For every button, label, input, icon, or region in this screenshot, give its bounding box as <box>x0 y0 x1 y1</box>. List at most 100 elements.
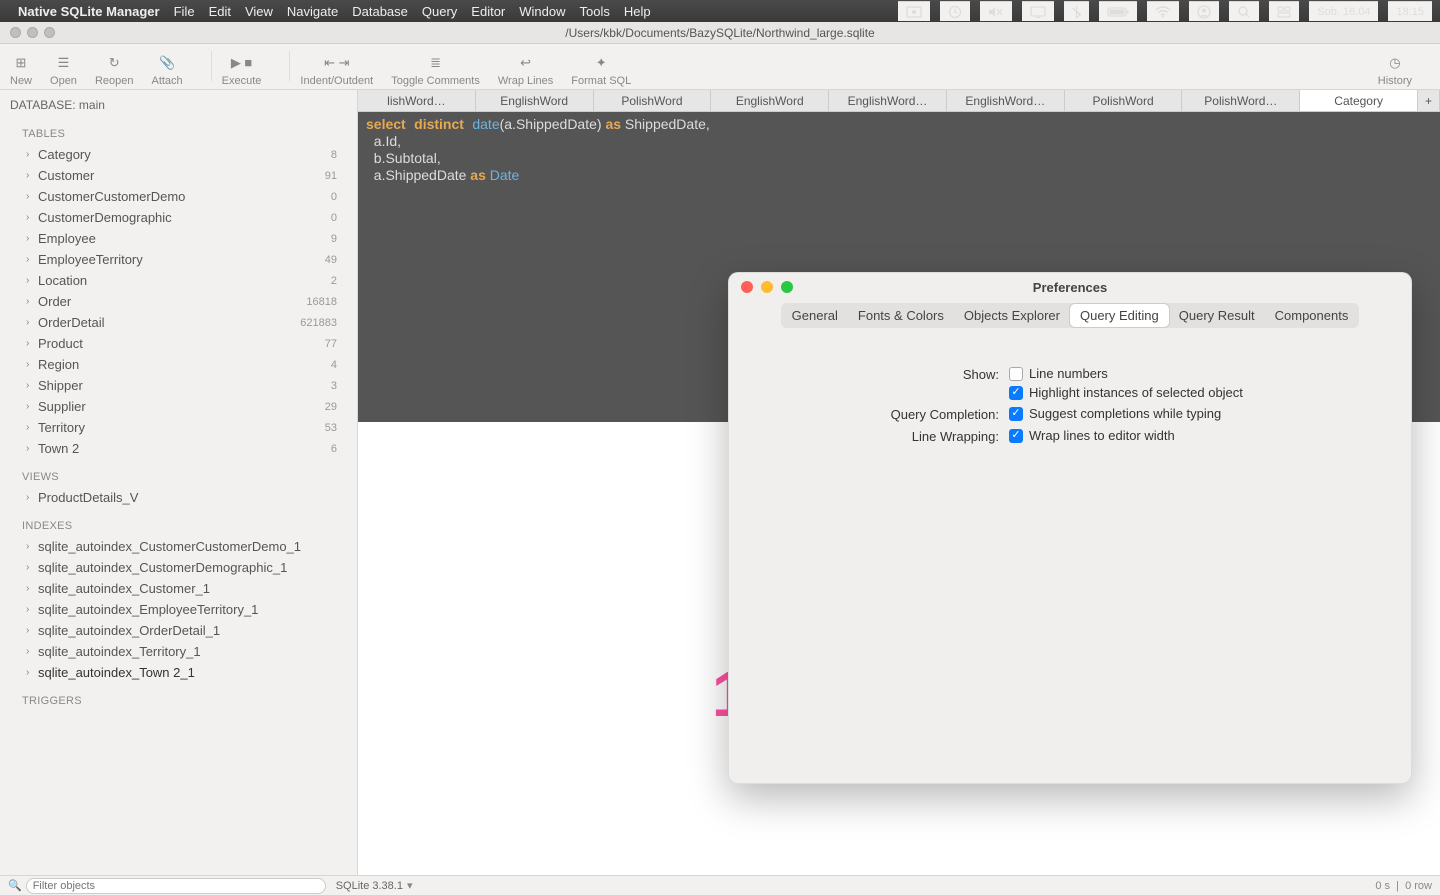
index-name: sqlite_autoindex_Customer_1 <box>38 581 343 596</box>
menu-navigate[interactable]: Navigate <box>287 4 338 19</box>
views-heading: VIEWS <box>0 459 357 487</box>
battery-icon[interactable] <box>1099 1 1137 21</box>
menubar-date[interactable]: Sob. 16.04 <box>1309 1 1378 21</box>
index-name: sqlite_autoindex_EmployeeTerritory_1 <box>38 602 343 617</box>
table-row[interactable]: ›Town 26 <box>0 438 357 459</box>
line-numbers-checkbox[interactable]: Line numbers <box>1009 366 1243 381</box>
editor-tab[interactable]: EnglishWord… <box>947 90 1065 111</box>
wrap-lines-button[interactable]: ↩Wrap Lines <box>498 53 553 87</box>
table-row[interactable]: ›EmployeeTerritory49 <box>0 249 357 270</box>
menu-editor[interactable]: Editor <box>471 4 505 19</box>
tables-heading: TABLES <box>0 116 357 144</box>
table-row[interactable]: ›Region4 <box>0 354 357 375</box>
comment-icon: ≣ <box>430 53 441 73</box>
new-button[interactable]: ⊞New <box>10 53 32 87</box>
editor-tab[interactable]: lishWord… <box>358 90 476 111</box>
pref-tab[interactable]: Fonts & Colors <box>848 304 954 327</box>
table-row[interactable]: ›CustomerDemographic0 <box>0 207 357 228</box>
index-row[interactable]: › sqlite_autoindex_Customer_1 <box>0 578 357 599</box>
add-tab-button[interactable]: + <box>1418 90 1440 111</box>
table-row[interactable]: ›Category8 <box>0 144 357 165</box>
spotlight-icon[interactable] <box>1229 1 1259 21</box>
table-count: 49 <box>325 254 343 266</box>
view-name: ProductDetails_V <box>38 490 343 505</box>
version-dropdown-icon[interactable]: ▾ <box>407 879 413 892</box>
status-box-icon[interactable] <box>898 1 930 21</box>
index-row[interactable]: ›sqlite_autoindex_EmployeeTerritory_1 <box>0 599 357 620</box>
open-button[interactable]: ☰Open <box>50 53 77 87</box>
pref-window-controls[interactable] <box>741 281 793 293</box>
menu-edit[interactable]: Edit <box>209 4 231 19</box>
bluetooth-icon[interactable] <box>1064 1 1089 21</box>
history-button[interactable]: ◷History <box>1378 53 1412 87</box>
table-count: 53 <box>325 422 343 434</box>
menu-window[interactable]: Window <box>519 4 565 19</box>
highlight-checkbox[interactable]: ✓Highlight instances of selected object <box>1009 385 1243 400</box>
table-row[interactable]: ›Product77 <box>0 333 357 354</box>
menubar-time[interactable]: 18:15 <box>1388 1 1432 21</box>
menu-file[interactable]: File <box>174 4 195 19</box>
control-center-icon[interactable] <box>1269 1 1299 21</box>
table-row[interactable]: ›CustomerCustomerDemo0 <box>0 186 357 207</box>
pref-tab[interactable]: Objects Explorer <box>954 304 1070 327</box>
indent-button[interactable]: ⇤ ⇥Indent/Outdent <box>300 53 373 87</box>
table-row[interactable]: ›Territory53 <box>0 417 357 438</box>
editor-tab[interactable]: PolishWord… <box>1182 90 1300 111</box>
index-row[interactable]: ›sqlite_autoindex_CustomerCustomerDemo_1 <box>0 536 357 557</box>
editor-tab[interactable]: PolishWord <box>1065 90 1183 111</box>
index-name: sqlite_autoindex_OrderDetail_1 <box>38 623 343 638</box>
attach-button[interactable]: 📎Attach <box>151 53 182 87</box>
menu-view[interactable]: View <box>245 4 273 19</box>
user-icon[interactable] <box>1189 1 1219 21</box>
table-row[interactable]: ›Shipper3 <box>0 375 357 396</box>
index-row[interactable]: ›sqlite_autoindex_Town 2_1 <box>0 662 357 683</box>
table-row[interactable]: ›Location2 <box>0 270 357 291</box>
table-row[interactable]: ›OrderDetail621883 <box>0 312 357 333</box>
timemachine-icon[interactable] <box>940 1 970 21</box>
chevron-right-icon: › <box>26 233 34 244</box>
toolbar: ⊞New ☰Open ↻Reopen 📎Attach ▶ ■Execute ⇤ … <box>0 44 1440 90</box>
editor-tab[interactable]: PolishWord <box>594 90 712 111</box>
index-row[interactable]: ›sqlite_autoindex_OrderDetail_1 <box>0 620 357 641</box>
menu-database[interactable]: Database <box>352 4 408 19</box>
display-icon[interactable] <box>1022 1 1054 21</box>
pref-tab[interactable]: Query Result <box>1169 304 1265 327</box>
index-row[interactable]: ›sqlite_autoindex_Territory_1 <box>0 641 357 662</box>
index-row[interactable]: ›sqlite_autoindex_CustomerDemographic_1 <box>0 557 357 578</box>
table-name: OrderDetail <box>38 315 300 330</box>
editor-tab[interactable]: EnglishWord <box>711 90 829 111</box>
view-row[interactable]: ›ProductDetails_V <box>0 487 357 508</box>
editor-tab[interactable]: EnglishWord… <box>829 90 947 111</box>
toggle-comments-button[interactable]: ≣Toggle Comments <box>391 53 480 87</box>
table-count: 9 <box>331 233 343 245</box>
format-sql-button[interactable]: ✦Format SQL <box>571 53 631 87</box>
volume-mute-icon[interactable] <box>980 1 1012 21</box>
table-row[interactable]: ›Employee9 <box>0 228 357 249</box>
filter-objects[interactable]: 🔍 <box>8 878 326 894</box>
table-count: 0 <box>331 191 343 203</box>
table-name: Category <box>38 147 331 162</box>
pref-tab[interactable]: Components <box>1265 304 1359 327</box>
pref-tab[interactable]: General <box>782 304 848 327</box>
table-row[interactable]: ›Customer91 <box>0 165 357 186</box>
window-controls[interactable] <box>0 27 55 38</box>
menu-query[interactable]: Query <box>422 4 457 19</box>
app-name[interactable]: Native SQLite Manager <box>18 4 160 19</box>
editor-tab[interactable]: EnglishWord <box>476 90 594 111</box>
menu-help[interactable]: Help <box>624 4 651 19</box>
wrap-checkbox[interactable]: ✓Wrap lines to editor width <box>1009 428 1175 443</box>
chevron-right-icon: › <box>26 583 34 594</box>
reopen-button[interactable]: ↻Reopen <box>95 53 134 87</box>
editor-tab[interactable]: Category <box>1300 90 1418 111</box>
pref-tab[interactable]: Query Editing <box>1070 304 1169 327</box>
table-row[interactable]: ›Order16818 <box>0 291 357 312</box>
wifi-icon[interactable] <box>1147 1 1179 21</box>
table-row[interactable]: ›Supplier29 <box>0 396 357 417</box>
chevron-right-icon: › <box>26 646 34 657</box>
filter-input[interactable] <box>26 878 326 894</box>
chevron-right-icon: › <box>26 212 34 223</box>
sqlite-version: SQLite 3.38.1 <box>336 880 403 892</box>
menu-tools[interactable]: Tools <box>580 4 610 19</box>
execute-button[interactable]: ▶ ■Execute <box>222 53 262 87</box>
suggest-checkbox[interactable]: ✓Suggest completions while typing <box>1009 406 1221 421</box>
